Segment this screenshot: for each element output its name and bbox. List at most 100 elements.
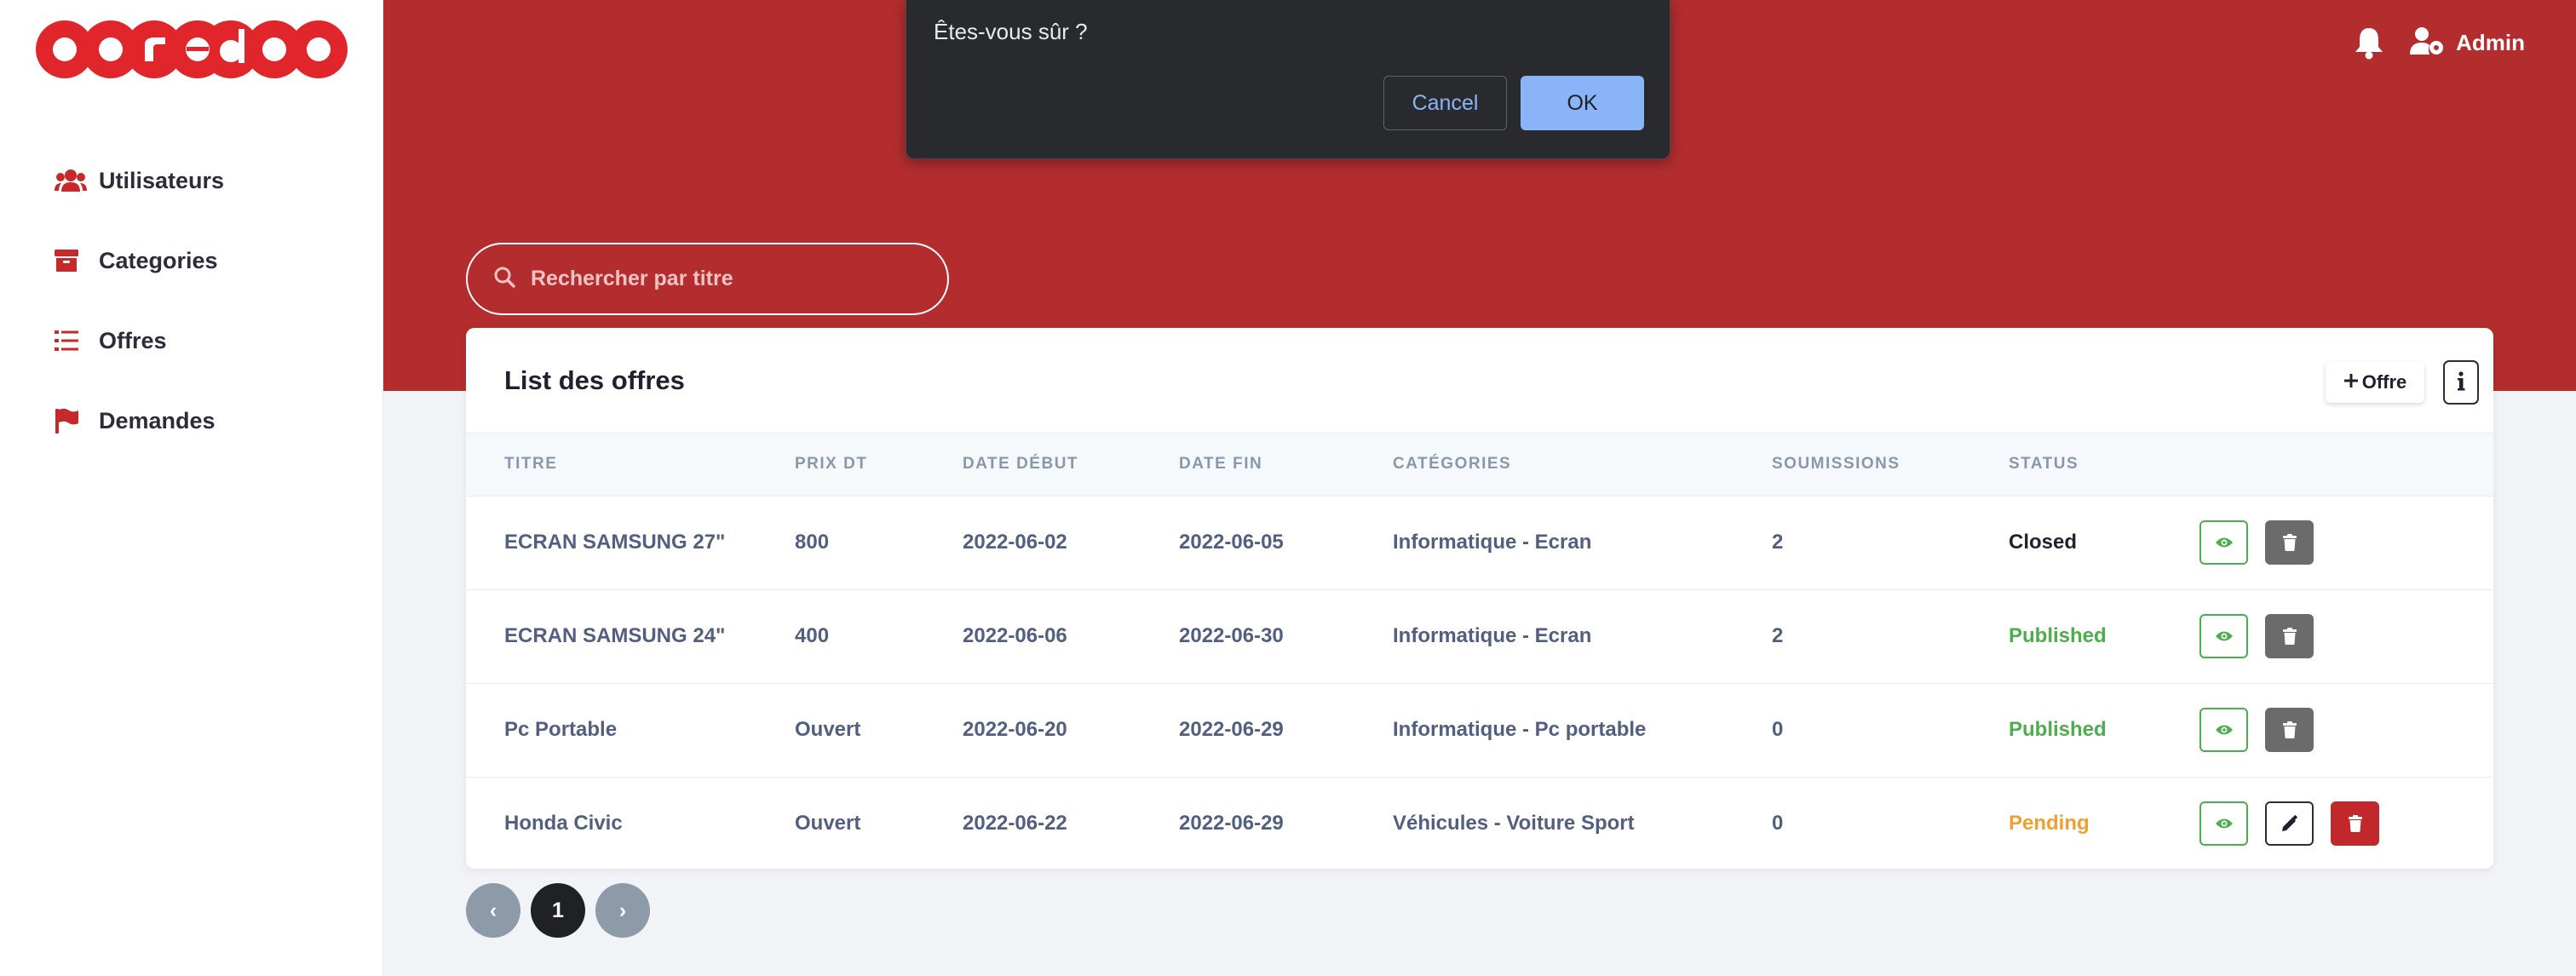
table-row: ECRAN SAMSUNG 24" 400 2022-06-06 2022-06… bbox=[466, 589, 2493, 683]
table-row: Pc Portable Ouvert 2022-06-20 2022-06-29… bbox=[466, 683, 2493, 777]
cell-categorie: Informatique - Ecran bbox=[1393, 624, 1592, 647]
sidebar-item-offres[interactable]: Offres bbox=[0, 301, 383, 381]
cancel-button[interactable]: Cancel bbox=[1383, 76, 1507, 130]
info-icon bbox=[2457, 370, 2465, 394]
search-input[interactable] bbox=[531, 267, 906, 291]
delete-button[interactable] bbox=[2265, 520, 2314, 565]
eye-icon bbox=[2215, 725, 2233, 735]
archive-icon bbox=[55, 245, 92, 276]
view-button[interactable] bbox=[2199, 708, 2248, 752]
delete-button[interactable] bbox=[2265, 614, 2314, 658]
trash-icon bbox=[2282, 628, 2297, 645]
sidebar-item-label: Demandes bbox=[99, 407, 216, 433]
column-header-categories[interactable]: CATÉGORIES bbox=[1393, 433, 1772, 497]
info-button[interactable] bbox=[2443, 360, 2479, 405]
users-icon bbox=[55, 165, 92, 196]
cell-titre: Honda Civic bbox=[504, 812, 623, 835]
add-offre-button[interactable]: Offre bbox=[2326, 362, 2424, 403]
cell-categorie: Véhicules - Voiture Sport bbox=[1393, 812, 1635, 835]
sidebar-nav: Utilisateurs Categories Offres Demandes bbox=[0, 141, 383, 461]
eye-icon bbox=[2215, 537, 2233, 548]
offers-card: List des offres Offre TITRE PRIX DT DATE… bbox=[466, 328, 2493, 869]
cell-date-debut: 2022-06-06 bbox=[963, 624, 1067, 647]
cell-soumissions: 2 bbox=[1772, 624, 1784, 647]
edit-button[interactable] bbox=[2265, 801, 2314, 847]
cell-date-fin: 2022-06-30 bbox=[1179, 624, 1284, 647]
cell-prix: Ouvert bbox=[795, 718, 861, 741]
trash-icon bbox=[2348, 815, 2362, 833]
column-header-soumissions[interactable]: SOUMISSIONS bbox=[1772, 433, 2009, 497]
cell-actions bbox=[2199, 777, 2493, 869]
next-page-button[interactable]: › bbox=[595, 883, 650, 938]
eye-icon bbox=[2215, 631, 2233, 641]
plus-icon bbox=[2343, 371, 2359, 393]
trash-icon bbox=[2282, 534, 2297, 551]
cell-categorie: Informatique - Pc portable bbox=[1393, 718, 1647, 741]
eye-icon bbox=[2215, 818, 2233, 829]
sidebar-item-utilisateurs[interactable]: Utilisateurs bbox=[0, 141, 383, 221]
status-badge: Closed bbox=[2009, 531, 2078, 554]
search-icon bbox=[493, 266, 515, 292]
cell-prix: 400 bbox=[795, 624, 830, 647]
delete-button[interactable] bbox=[2331, 801, 2379, 847]
cell-actions bbox=[2199, 496, 2493, 589]
table-row: Honda Civic Ouvert 2022-06-22 2022-06-29… bbox=[466, 777, 2493, 869]
table-row: ECRAN SAMSUNG 27" 800 2022-06-02 2022-06… bbox=[466, 496, 2493, 589]
cell-prix: Ouvert bbox=[795, 812, 861, 835]
cell-prix: 800 bbox=[795, 531, 830, 554]
dialog-message: Êtes-vous sûr ? bbox=[934, 19, 1088, 44]
add-offre-label: Offre bbox=[2361, 371, 2407, 393]
pencil-icon bbox=[2281, 815, 2297, 832]
user-menu[interactable]: Admin bbox=[2410, 26, 2525, 60]
cell-date-debut: 2022-06-22 bbox=[963, 812, 1067, 835]
column-header-titre[interactable]: TITRE bbox=[466, 433, 795, 497]
status-badge: Published bbox=[2009, 624, 2107, 647]
view-button[interactable] bbox=[2199, 801, 2248, 847]
sidebar-item-demandes[interactable]: Demandes bbox=[0, 381, 383, 461]
topbar: Admin bbox=[2354, 26, 2525, 60]
card-header: List des offres Offre bbox=[466, 328, 2493, 433]
ooredoo-logo[interactable] bbox=[36, 20, 348, 78]
search-box[interactable] bbox=[466, 243, 949, 315]
cell-categorie: Informatique - Ecran bbox=[1393, 531, 1592, 554]
bell-icon[interactable] bbox=[2354, 26, 2384, 60]
view-button[interactable] bbox=[2199, 520, 2248, 565]
trash-icon bbox=[2282, 721, 2297, 738]
sidebar-item-categories[interactable]: Categories bbox=[0, 221, 383, 301]
cell-date-debut: 2022-06-02 bbox=[963, 531, 1067, 554]
sidebar-item-label: Categories bbox=[99, 247, 218, 273]
sidebar-item-label: Offres bbox=[99, 327, 167, 353]
pagination: ‹ 1 › bbox=[466, 883, 650, 938]
card-title: List des offres bbox=[504, 365, 685, 395]
status-badge: Published bbox=[2009, 718, 2107, 741]
user-name: Admin bbox=[2456, 29, 2525, 55]
sidebar-item-label: Utilisateurs bbox=[99, 167, 225, 193]
prev-page-button[interactable]: ‹ bbox=[466, 883, 520, 938]
flag-icon bbox=[55, 405, 92, 436]
cell-soumissions: 0 bbox=[1772, 718, 1784, 741]
cell-soumissions: 0 bbox=[1772, 812, 1784, 835]
cell-titre: ECRAN SAMSUNG 27" bbox=[504, 531, 726, 554]
ok-button[interactable]: OK bbox=[1521, 76, 1644, 130]
cell-date-fin: 2022-06-05 bbox=[1179, 531, 1284, 554]
column-header-actions bbox=[2199, 433, 2493, 497]
cell-actions bbox=[2199, 683, 2493, 777]
column-header-status[interactable]: STATUS bbox=[2009, 433, 2199, 497]
page-1-button[interactable]: 1 bbox=[531, 883, 585, 938]
cell-titre: ECRAN SAMSUNG 24" bbox=[504, 624, 726, 647]
cell-soumissions: 2 bbox=[1772, 531, 1784, 554]
sidebar: Utilisateurs Categories Offres Demandes bbox=[0, 0, 383, 976]
column-header-prix[interactable]: PRIX DT bbox=[795, 433, 963, 497]
column-header-date-debut[interactable]: DATE DÉBUT bbox=[963, 433, 1179, 497]
delete-button[interactable] bbox=[2265, 708, 2314, 752]
column-header-date-fin[interactable]: DATE FIN bbox=[1179, 433, 1393, 497]
table-header-row: TITRE PRIX DT DATE DÉBUT DATE FIN CATÉGO… bbox=[466, 433, 2493, 497]
view-button[interactable] bbox=[2199, 614, 2248, 658]
list-icon bbox=[55, 325, 92, 356]
cell-date-fin: 2022-06-29 bbox=[1179, 812, 1284, 835]
offers-table: TITRE PRIX DT DATE DÉBUT DATE FIN CATÉGO… bbox=[466, 433, 2493, 869]
cell-titre: Pc Portable bbox=[504, 718, 618, 741]
confirm-dialog: Êtes-vous sûr ? Cancel OK bbox=[906, 0, 1670, 159]
cell-actions bbox=[2199, 589, 2493, 683]
cell-date-debut: 2022-06-20 bbox=[963, 718, 1067, 741]
